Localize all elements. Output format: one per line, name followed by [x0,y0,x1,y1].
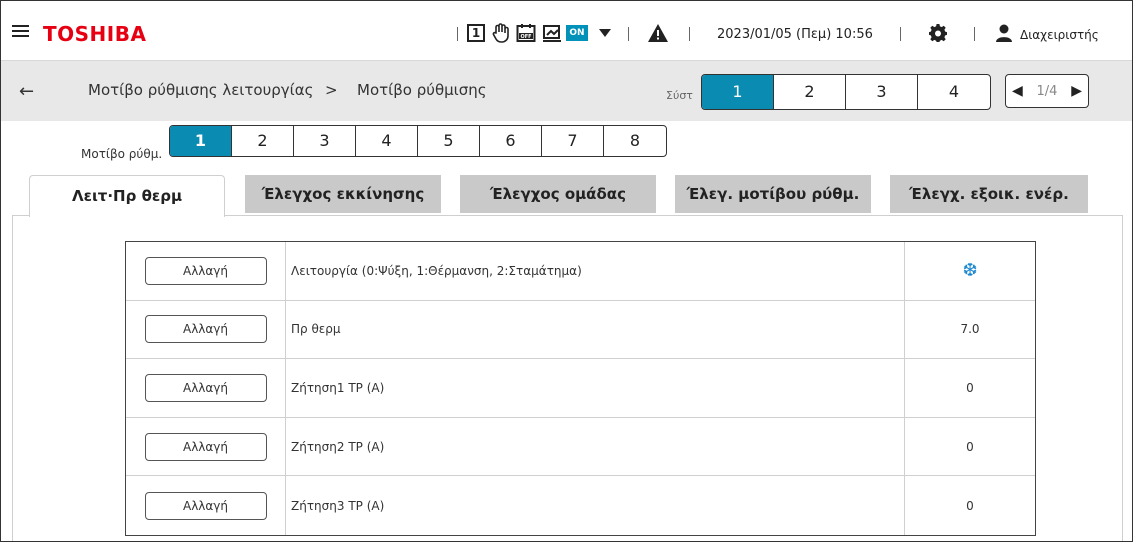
tab-mode-setpoint[interactable]: Λειτ·Πρ θερμ [29,175,225,217]
user-icon[interactable] [994,23,1014,43]
divider [628,27,629,41]
pattern-tab-3[interactable]: 3 [294,126,356,156]
pattern-tab-5[interactable]: 5 [418,126,480,156]
app-window: TOSHIBA 1 OFF ON 2023/01/05 (Πεμ) 10:56 [0,0,1133,542]
system-tabs: 1 2 3 4 [701,74,991,110]
row-value: 7.0 [960,322,980,337]
table-row: Αλλαγή Ζήτηση1 ΤΡ (Α) 0 [126,359,1035,418]
system-label: Σύστ [666,89,693,102]
tab-pattern-control[interactable]: Έλεγ. μοτίβου ρύθμ. [675,175,871,213]
brand-logo: TOSHIBA [43,22,147,46]
row-label: Ζήτηση3 ΤΡ (Α) [286,476,905,535]
pattern-tab-2[interactable]: 2 [232,126,294,156]
table-row: Αλλαγή Πρ θερμ 7.0 [126,300,1035,360]
change-button[interactable]: Αλλαγή [144,315,267,344]
tab-group-control[interactable]: Έλεγχος ομάδας [460,175,656,213]
system-tab-1[interactable]: 1 [702,75,774,109]
breadcrumb-parent[interactable]: Μοτίβο ρύθμισης λειτουργίας [88,81,313,99]
next-page-icon[interactable]: ▶ [1071,83,1082,99]
top-header: TOSHIBA 1 OFF ON 2023/01/05 (Πεμ) 10:56 [1,1,1132,61]
divider [457,27,458,41]
system-tab-2[interactable]: 2 [774,75,846,109]
pattern-tab-7[interactable]: 7 [542,126,604,156]
pattern-tabs: 1 2 3 4 5 6 7 8 [169,125,667,157]
divider [900,27,901,41]
row-value: 0 [966,380,974,395]
pager: ◀ 1/4 ▶ [1005,74,1089,108]
warning-icon[interactable] [647,23,669,43]
breadcrumb-current: Μοτίβο ρύθμισης [357,81,487,99]
row-label: Πρ θερμ [286,300,905,359]
gear-icon[interactable] [928,23,948,43]
system-tab-3[interactable]: 3 [846,75,918,109]
change-button[interactable]: Αλλαγή [144,256,267,285]
row-value: 0 [966,498,974,513]
dropdown-caret-icon[interactable] [598,23,612,43]
user-name[interactable]: Διαχειριστής [1020,28,1099,42]
divider [689,27,690,41]
calendar-off-icon[interactable]: OFF [515,23,537,43]
row-label: Ζήτηση1 ΤΡ (Α) [286,359,905,417]
row-label: Λειτουργία (0:Ψύξη, 1:Θέρμανση, 2:Σταμάτ… [286,242,905,300]
breadcrumb-separator: > [325,81,338,99]
pattern-label: Μοτίβο ρύθμ. [81,147,163,161]
schedule-icon[interactable]: 1 [467,23,485,43]
table-row: Αλλαγή Λειτουργία (0:Ψύξη, 1:Θέρμανση, 2… [126,242,1035,301]
pattern-tab-6[interactable]: 6 [480,126,542,156]
timer-icon[interactable] [541,23,563,43]
hand-icon[interactable] [491,23,511,43]
change-button[interactable]: Αλλαγή [144,432,267,461]
svg-text:OFF: OFF [520,34,531,40]
table-row: Αλλαγή Ζήτηση2 ΤΡ (Α) 0 [126,417,1035,477]
pattern-tab-8[interactable]: 8 [604,126,666,156]
table-row: Αλλαγή Ζήτηση3 ΤΡ (Α) 0 [126,476,1035,535]
page-indicator: 1/4 [1036,83,1058,99]
change-button[interactable]: Αλλαγή [144,373,267,402]
prev-page-icon[interactable]: ◀ [1012,83,1023,99]
pattern-tab-1[interactable]: 1 [170,126,232,156]
on-status-badge[interactable]: ON [566,23,588,43]
tab-energy-saving[interactable]: Έλεγχ. εξοικ. ενέρ. [890,175,1088,213]
menu-icon[interactable] [12,25,29,38]
row-label: Ζήτηση2 ΤΡ (Α) [286,417,905,476]
change-button[interactable]: Αλλαγή [144,491,267,520]
divider [974,27,975,41]
row-value: 0 [966,439,974,454]
back-arrow-icon[interactable]: ← [19,81,34,102]
settings-table: Αλλαγή Λειτουργία (0:Ψύξη, 1:Θέρμανση, 2… [125,241,1036,536]
datetime-display: 2023/01/05 (Πεμ) 10:56 [717,27,873,42]
tab-start-control[interactable]: Έλεγχος εκκίνησης [245,175,441,213]
pattern-tab-4[interactable]: 4 [356,126,418,156]
system-tab-4[interactable]: 4 [918,75,990,109]
snowflake-icon: ❆ [962,260,978,282]
